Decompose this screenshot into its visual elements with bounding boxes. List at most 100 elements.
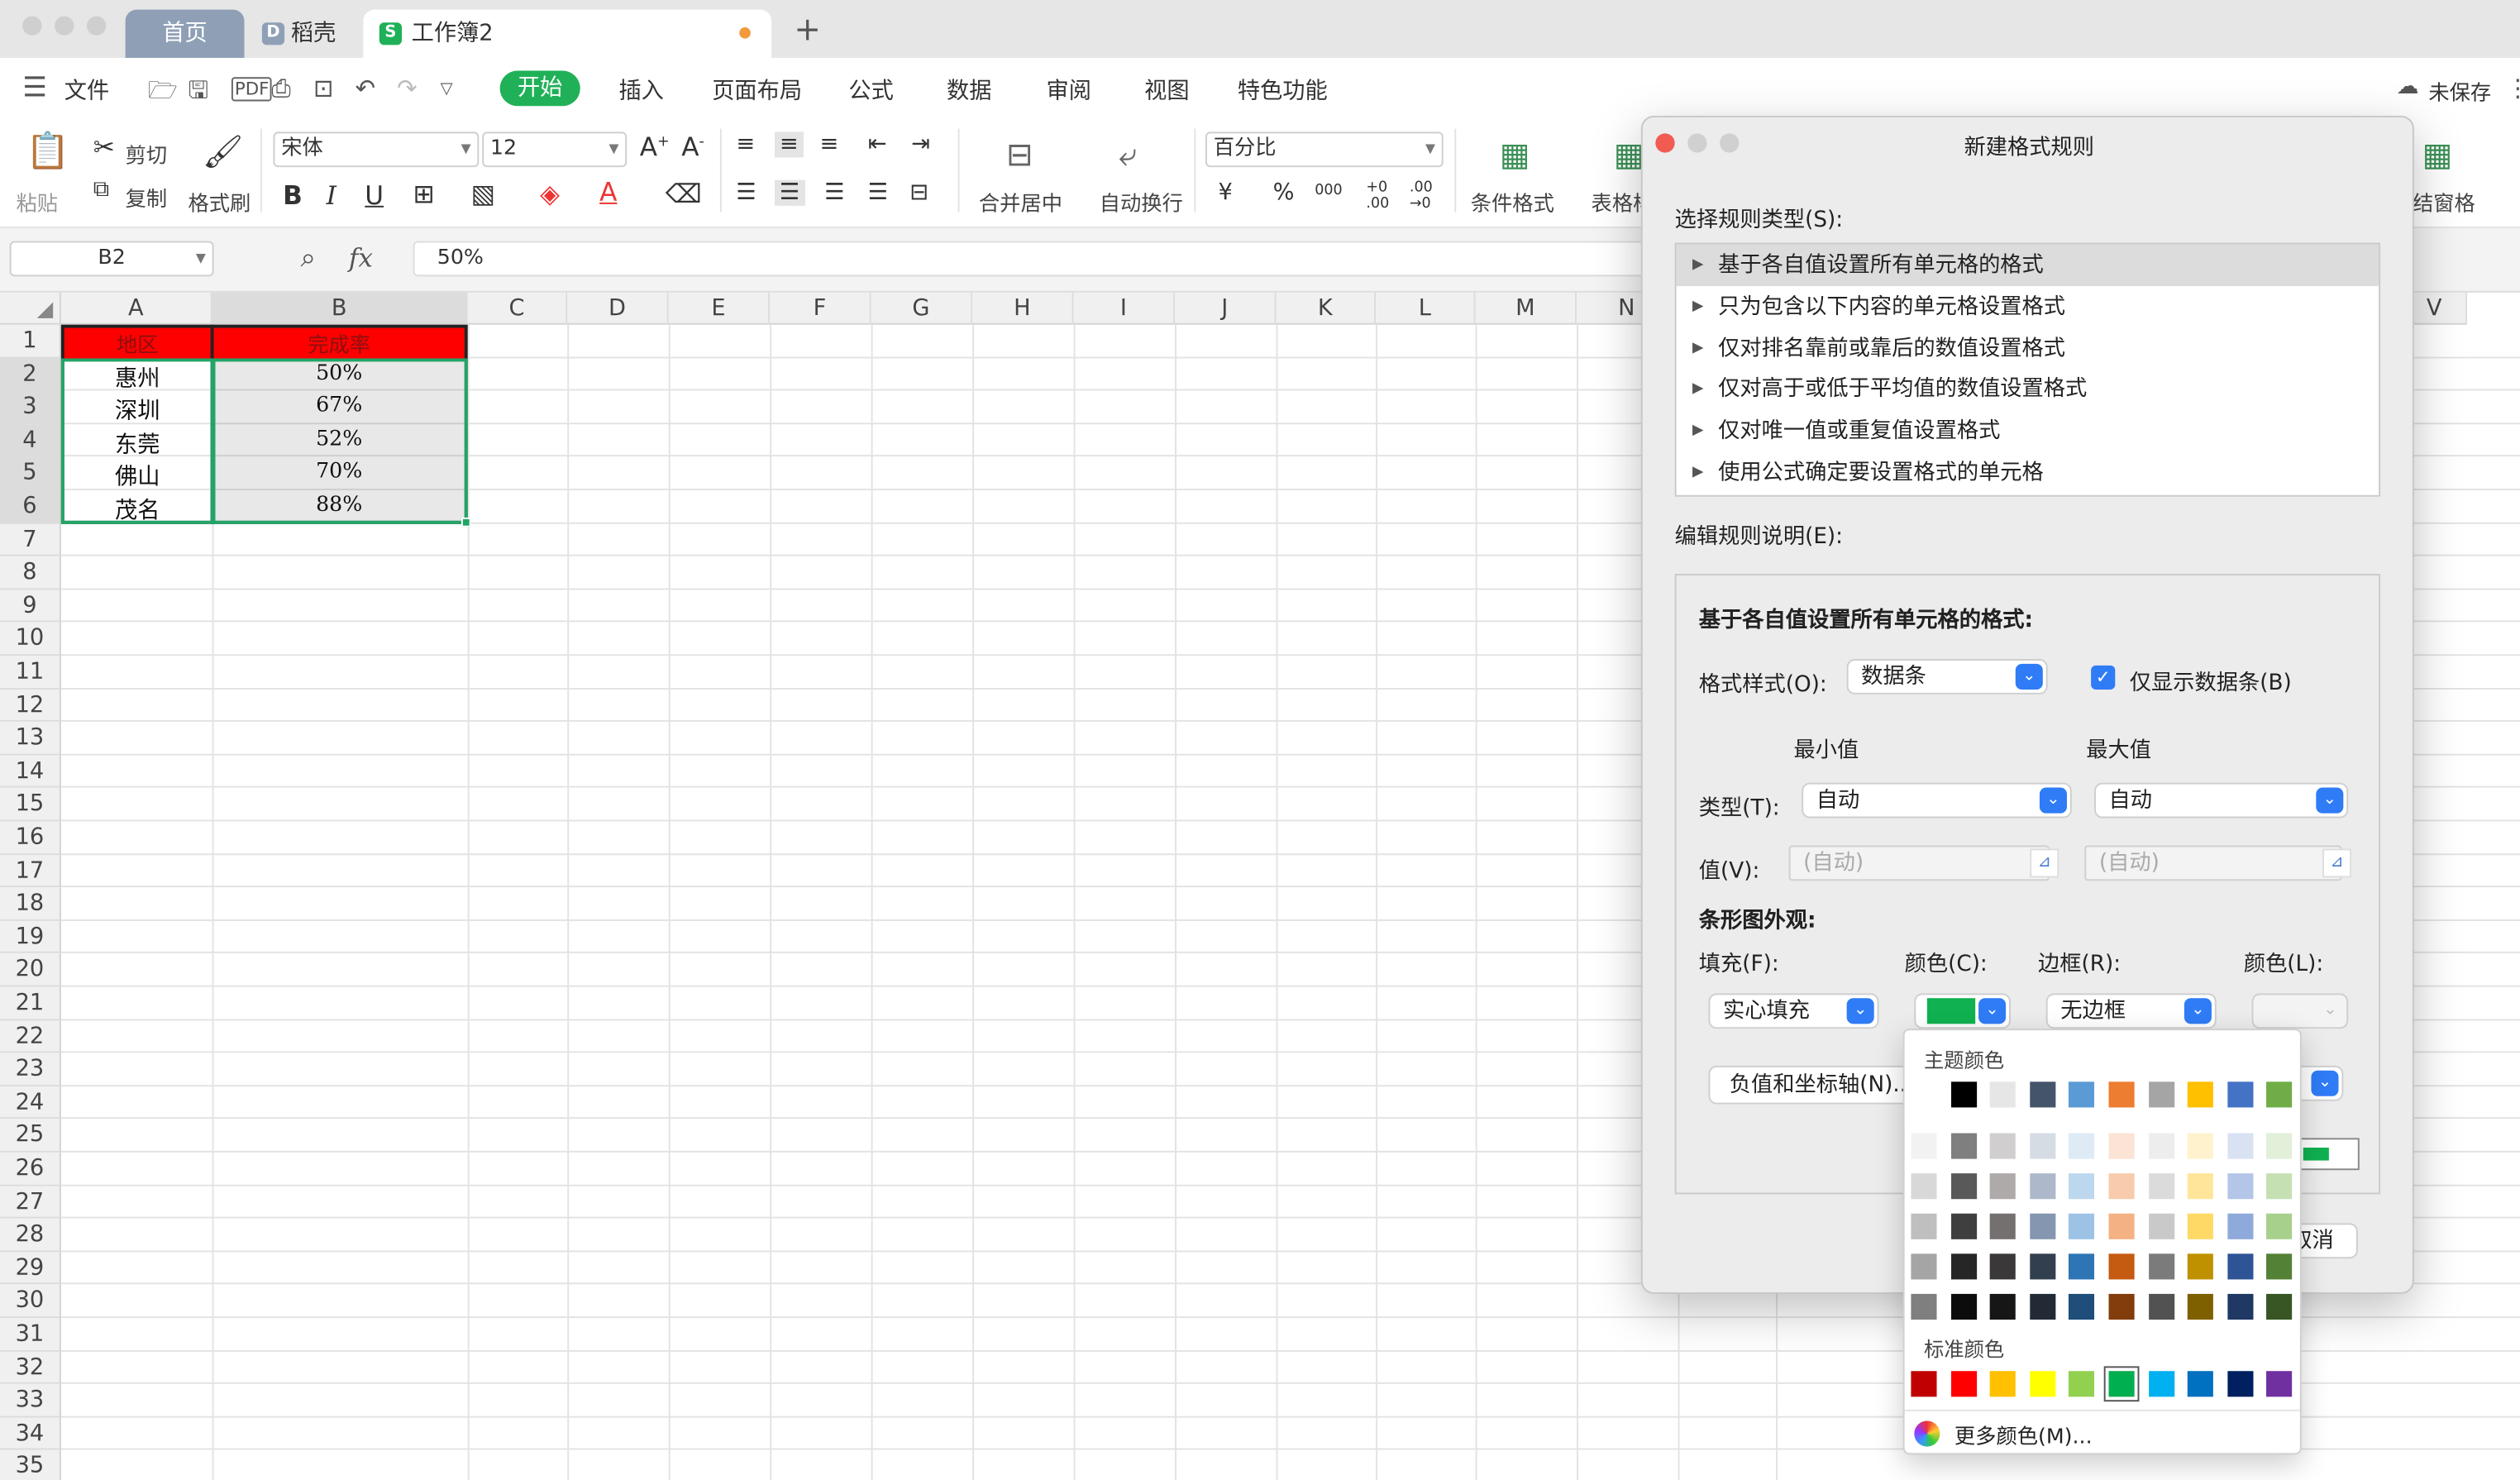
theme-shade-swatch[interactable] (1989, 1173, 2016, 1200)
row-header-23[interactable]: 23 (0, 1053, 61, 1086)
row-header-29[interactable]: 29 (0, 1251, 61, 1286)
theme-shade-swatch[interactable] (2068, 1293, 2095, 1320)
align-bottom-icon[interactable]: ≡ (819, 131, 838, 157)
min-type-select[interactable]: 自动 ⌄ (1802, 782, 2072, 819)
row-header-8[interactable]: 8 (0, 556, 61, 590)
theme-shade-swatch[interactable] (2227, 1253, 2254, 1280)
freeze-panes-button[interactable]: 结窗格 (2413, 187, 2475, 217)
theme-shade-swatch[interactable] (2227, 1293, 2254, 1320)
fill-color-select[interactable]: ⌄ (1914, 993, 2011, 1029)
show-bar-only-checkbox[interactable]: ✓ (2091, 665, 2116, 690)
fx-icon[interactable]: fx (349, 243, 373, 274)
theme-shade-swatch[interactable] (2266, 1213, 2293, 1239)
column-header-j[interactable]: J (1175, 292, 1277, 325)
theme-shade-swatch[interactable] (2068, 1173, 2095, 1200)
cell-region-2[interactable]: 惠州 (63, 361, 212, 394)
copy-button[interactable]: 复制 (126, 182, 168, 212)
menu-formula[interactable]: 公式 (848, 74, 893, 106)
row-header-4[interactable]: 4 (0, 423, 61, 457)
column-header-l[interactable]: L (1376, 292, 1476, 325)
theme-shade-swatch[interactable] (1989, 1213, 2016, 1239)
row-header-32[interactable]: 32 (0, 1351, 61, 1385)
cut-button[interactable]: 剪切 (126, 138, 168, 169)
fill-type-select[interactable]: 实心填充 ⌄ (1708, 993, 1879, 1029)
theme-shade-swatch[interactable] (2149, 1253, 2175, 1280)
theme-shade-swatch[interactable] (1951, 1133, 1978, 1159)
theme-shade-swatch[interactable] (2108, 1173, 2135, 1200)
theme-color-swatch[interactable] (2030, 1081, 2056, 1108)
row-header-15[interactable]: 15 (0, 788, 61, 822)
standard-color-swatch[interactable] (2068, 1371, 2095, 1397)
decrease-decimal-icon[interactable]: .00 →0 (1410, 180, 1433, 212)
theme-shade-swatch[interactable] (1989, 1293, 2016, 1320)
font-color-icon[interactable]: A (599, 177, 617, 208)
theme-shade-swatch[interactable] (1911, 1173, 1937, 1200)
theme-shade-swatch[interactable] (1951, 1213, 1978, 1239)
row-header-31[interactable]: 31 (0, 1318, 61, 1352)
row-header-1[interactable]: 1 (0, 324, 61, 358)
menu-start[interactable]: 开始 (499, 70, 580, 107)
range-picker-icon[interactable]: ⊿ (2030, 848, 2059, 878)
standard-color-swatch[interactable] (2149, 1371, 2175, 1397)
theme-color-swatch[interactable] (2266, 1081, 2293, 1108)
search-function-icon[interactable]: ⌕ (301, 243, 317, 275)
border-color-select[interactable]: ⌄ (2251, 993, 2349, 1029)
print-icon[interactable]: ⎙ (272, 74, 291, 103)
quick-access-dropdown-icon[interactable]: ▽ (441, 80, 453, 98)
column-header-m[interactable]: M (1475, 292, 1577, 325)
print-preview-icon[interactable]: ⊡ (313, 74, 333, 103)
zoom-window-button[interactable] (86, 16, 107, 36)
justify-icon[interactable]: ☰ (868, 180, 888, 206)
theme-shade-swatch[interactable] (2149, 1133, 2175, 1159)
decrease-font-icon[interactable]: A- (681, 131, 704, 162)
indent-decrease-icon[interactable]: ⇤ (868, 131, 887, 157)
row-header-6[interactable]: 6 (0, 489, 61, 523)
conditional-format-button[interactable]: 条件格式 (1471, 187, 1554, 217)
increase-decimal-icon[interactable]: +0.00 (1366, 180, 1389, 212)
theme-color-swatch[interactable] (2108, 1081, 2135, 1108)
increase-font-icon[interactable]: A+ (640, 131, 670, 162)
theme-shade-swatch[interactable] (2108, 1253, 2135, 1280)
menu-view[interactable]: 视图 (1144, 74, 1189, 106)
row-header-9[interactable]: 9 (0, 590, 61, 623)
row-header-30[interactable]: 30 (0, 1285, 61, 1319)
close-window-button[interactable] (22, 16, 42, 36)
paste-icon[interactable]: 📋 (26, 131, 69, 172)
menu-review[interactable]: 审阅 (1047, 74, 1091, 106)
row-header-21[interactable]: 21 (0, 986, 61, 1020)
theme-shade-swatch[interactable] (2068, 1253, 2095, 1280)
row-header-34[interactable]: 34 (0, 1417, 61, 1451)
unsaved-status[interactable]: 未保存 (2428, 75, 2491, 106)
theme-shade-swatch[interactable] (2266, 1293, 2293, 1320)
theme-shade-swatch[interactable] (2108, 1133, 2135, 1159)
column-header-k[interactable]: K (1276, 292, 1377, 325)
row-header-3[interactable]: 3 (0, 390, 61, 424)
theme-shade-swatch[interactable] (2266, 1253, 2293, 1280)
theme-shade-swatch[interactable] (2227, 1173, 2254, 1200)
standard-color-swatch[interactable] (1951, 1371, 1978, 1397)
tab-home[interactable]: 首页 (125, 9, 245, 58)
theme-shade-swatch[interactable] (2108, 1213, 2135, 1239)
theme-shade-swatch[interactable] (1951, 1173, 1978, 1200)
row-header-25[interactable]: 25 (0, 1119, 61, 1153)
fill-handle[interactable] (461, 517, 471, 528)
row-header-11[interactable]: 11 (0, 656, 61, 690)
align-left-icon[interactable]: ☰ (736, 180, 756, 206)
theme-shade-swatch[interactable] (2187, 1133, 2213, 1159)
standard-color-swatch[interactable] (1989, 1371, 2016, 1397)
underline-icon[interactable]: U (365, 180, 384, 211)
max-value-input[interactable]: (自动) (2084, 845, 2342, 881)
standard-color-swatch[interactable] (2227, 1371, 2254, 1397)
fill-color-icon[interactable]: ◈ (540, 179, 560, 209)
wrap-text-icon[interactable]: ⤶ (1119, 135, 1137, 174)
theme-color-swatch[interactable] (1989, 1081, 2016, 1108)
undo-icon[interactable]: ↶ (356, 74, 375, 103)
standard-color-swatch[interactable] (2030, 1371, 2056, 1397)
theme-shade-swatch[interactable] (2227, 1133, 2254, 1159)
standard-color-swatch[interactable] (2105, 1368, 2138, 1401)
column-header-b[interactable]: B (212, 292, 468, 325)
column-header-i[interactable]: I (1073, 292, 1176, 325)
cell-region-4[interactable]: 东莞 (63, 427, 212, 460)
theme-shade-swatch[interactable] (1989, 1133, 2016, 1159)
row-header-27[interactable]: 27 (0, 1185, 61, 1219)
